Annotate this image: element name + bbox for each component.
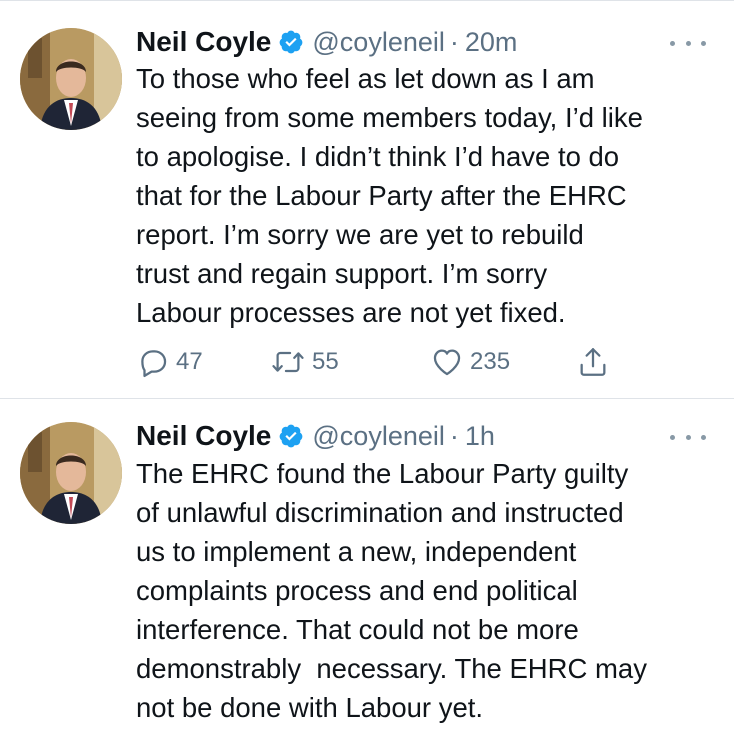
action-bar: 47 55 235 (136, 342, 636, 382)
like-count: 235 (470, 348, 511, 375)
tweet-text-line: To those who feel as let down as I am (136, 63, 595, 94)
more-options-icon[interactable] (670, 36, 706, 50)
tweet-text-line: The EHRC found the Labour Party guilty (136, 458, 629, 489)
tweet-text-line: seeing from some members today, I’d like (136, 102, 643, 133)
retweet-icon (272, 351, 304, 373)
verified-badge-icon (278, 29, 304, 55)
tweet-2[interactable]: Neil Coyle @coyleneil · 1h The EHRC foun… (0, 398, 734, 739)
tweet-text-line: us to implement a new, independent (136, 536, 577, 567)
tweet-header: Neil Coyle @coyleneil · 20m (136, 22, 517, 62)
reply-button[interactable]: 47 (136, 342, 203, 382)
display-name[interactable]: Neil Coyle (136, 26, 271, 58)
timestamp[interactable]: 20m (465, 27, 518, 58)
profile-photo (20, 422, 122, 524)
retweet-count: 55 (312, 348, 339, 375)
dot-icon (670, 40, 675, 46)
tweet-divider (0, 398, 734, 399)
reply-icon (141, 350, 167, 378)
display-name[interactable]: Neil Coyle (136, 420, 271, 452)
tweet-1[interactable]: Neil Coyle @coyleneil · 20m To those who… (0, 0, 734, 398)
dot-icon (685, 40, 691, 46)
tweet-header: Neil Coyle @coyleneil · 1h (136, 416, 495, 456)
tweet-text-line: trust and regain support. I’m sorry (136, 258, 548, 289)
user-handle[interactable]: @coyleneil (312, 421, 444, 452)
avatar[interactable] (20, 422, 122, 524)
reply-count: 47 (176, 348, 203, 375)
tweet-text-line: not be done with Labour yet. (136, 692, 484, 723)
profile-photo (20, 28, 122, 130)
tweet-text-line: Labour processes are not yet fixed. (136, 297, 566, 328)
tweet-text-line: report. I’m sorry we are yet to rebuild (136, 219, 584, 250)
like-button[interactable]: 235 (430, 342, 510, 382)
tweet-text-line: complaints process and end political (136, 575, 578, 606)
tweet-text-line: to apologise. I didn’t think I’d have to… (136, 141, 620, 172)
dot-icon (685, 434, 691, 440)
retweet-button[interactable]: 55 (270, 342, 339, 382)
tweet-text-line: of unlawful discrimination and instructe… (136, 497, 624, 528)
tweet-text-line: that for the Labour Party after the EHRC (136, 180, 627, 211)
top-divider (0, 0, 734, 1)
separator-dot: · (449, 26, 459, 57)
tweet-text-line: interference. That could not be more (136, 614, 579, 645)
tweet-text: To those who feel as let down as I am se… (136, 59, 716, 332)
user-handle[interactable]: @coyleneil (312, 27, 444, 58)
avatar[interactable] (20, 28, 122, 130)
share-icon (580, 348, 606, 376)
heart-icon (433, 349, 461, 376)
dot-icon (701, 40, 706, 46)
timestamp[interactable]: 1h (465, 421, 495, 452)
tweet-text: The EHRC found the Labour Party guilty o… (136, 454, 716, 727)
more-options-icon[interactable] (670, 430, 706, 444)
verified-badge-icon (278, 423, 304, 449)
dot-icon (670, 434, 675, 440)
dot-icon (701, 434, 706, 440)
separator-dot: · (449, 420, 459, 451)
tweet-text-line: demonstrably necessary. The EHRC may (136, 653, 647, 684)
share-button[interactable] (576, 342, 610, 382)
